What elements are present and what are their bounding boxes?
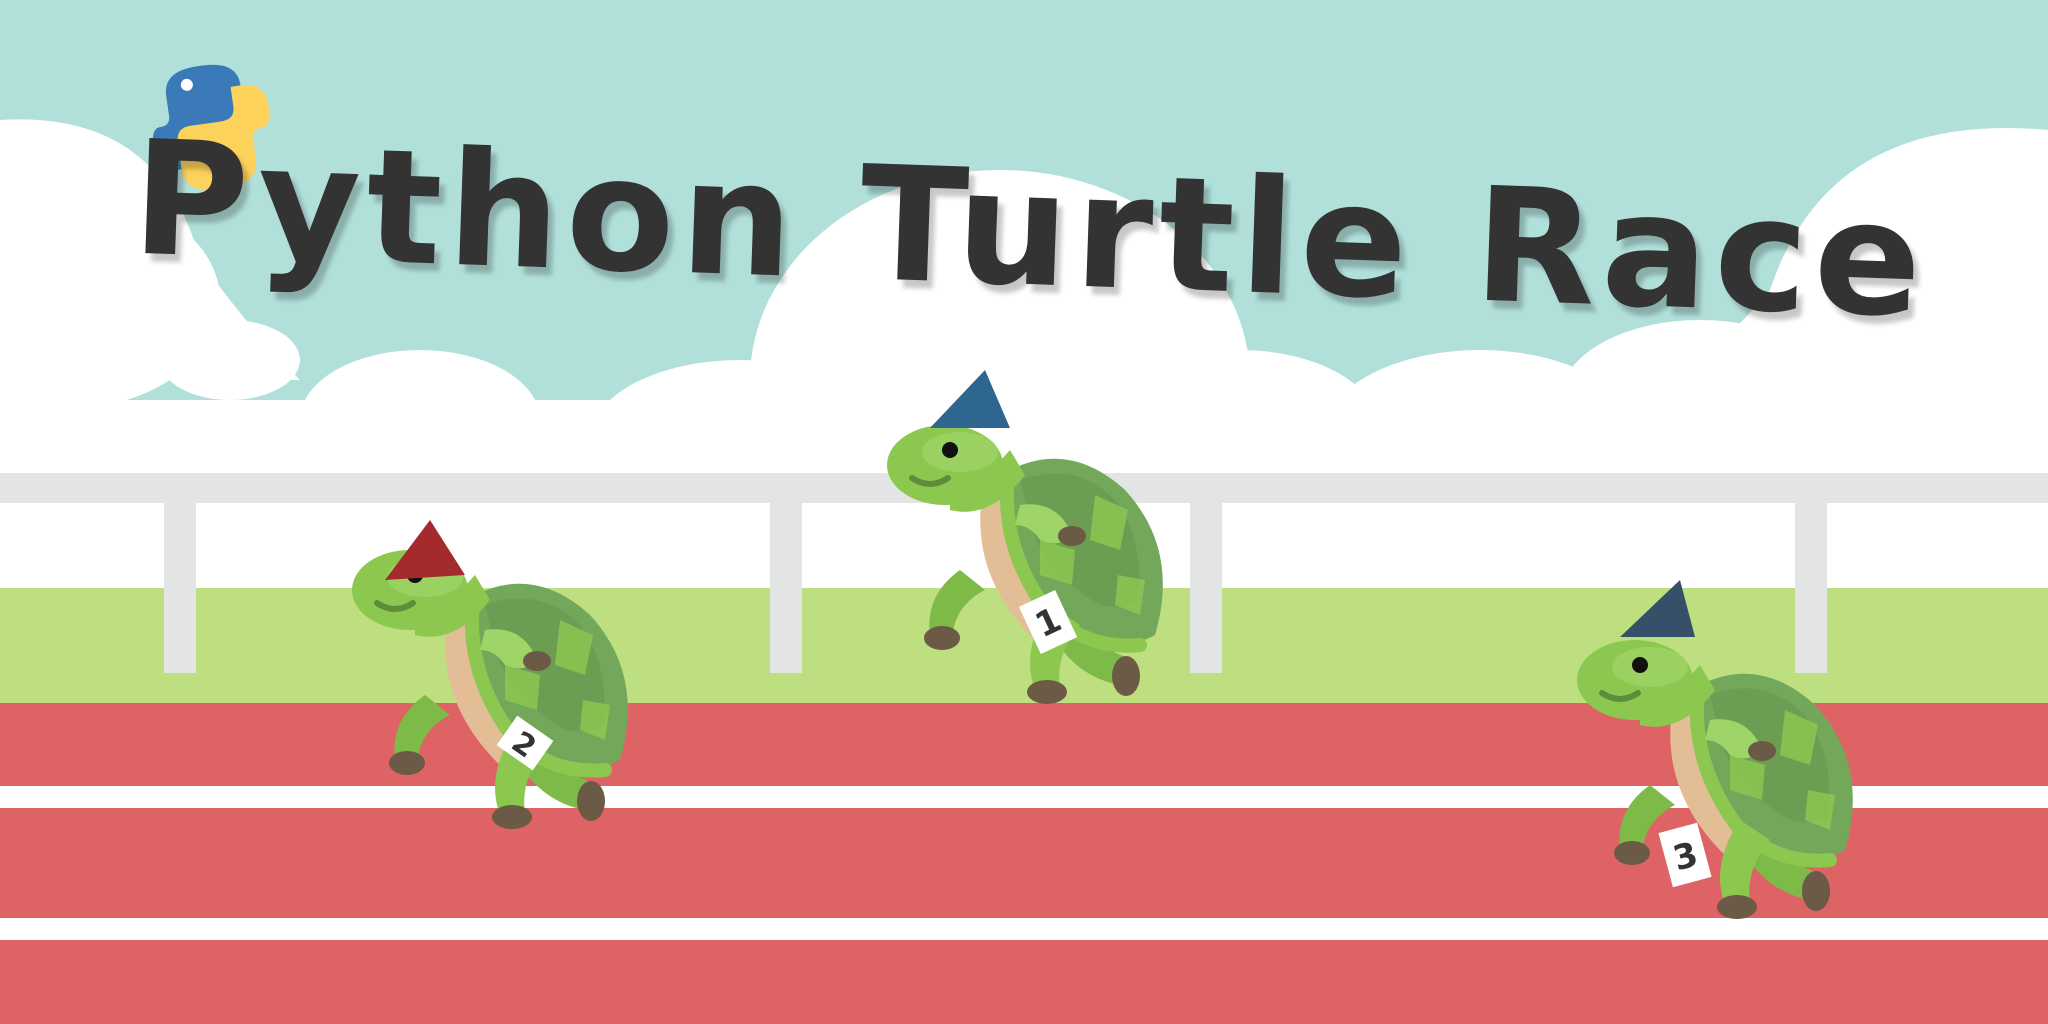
lane-line [0,918,2048,940]
